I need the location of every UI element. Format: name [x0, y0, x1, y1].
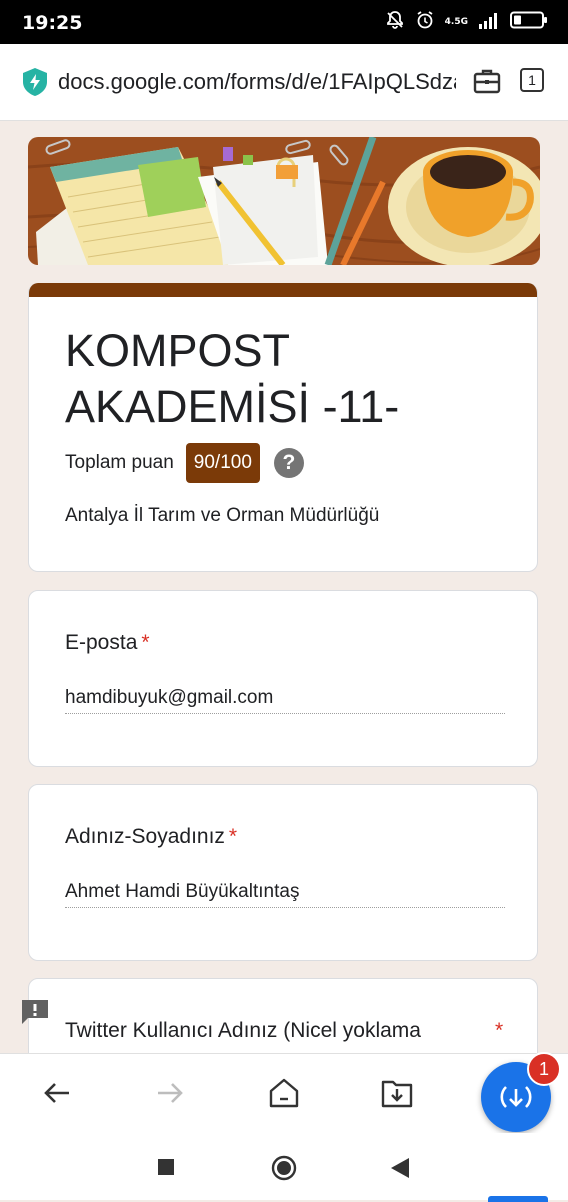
status-bar: 19:25 4.5G — [0, 0, 568, 44]
status-icons: 4.5G — [385, 10, 548, 35]
question-label-text: Twitter Kullanıcı Adınız (Nicel yoklama — [65, 1019, 421, 1042]
form-title-card: KOMPOST AKADEMİSİ -11- Toplam puan 90/10… — [28, 283, 538, 572]
home-icon[interactable] — [267, 1076, 301, 1110]
recents-icon[interactable] — [157, 1158, 175, 1181]
back-triangle-icon[interactable] — [390, 1157, 410, 1184]
home-circle-icon[interactable] — [271, 1155, 297, 1186]
peek-element — [488, 1196, 548, 1202]
required-asterisk: * — [495, 1019, 504, 1042]
tab-switcher-button[interactable]: 1 — [520, 68, 544, 92]
notifications-off-icon — [385, 10, 405, 35]
briefcase-icon[interactable] — [473, 68, 501, 99]
secure-shield-icon[interactable] — [22, 67, 48, 102]
status-time: 19:25 — [22, 12, 83, 34]
question-label-text: E-posta — [65, 631, 138, 654]
url-field[interactable]: docs.google.com/forms/d/e/1FAIpQLSdzae — [58, 69, 456, 95]
question-card-email: E-posta * hamdibuyuk@gmail.com — [28, 590, 538, 767]
email-answer[interactable]: hamdibuyuk@gmail.com — [65, 687, 505, 714]
score-row: Toplam puan 90/100 ? — [65, 443, 304, 483]
name-answer[interactable]: Ahmet Hamdi Büyükaltıntaş — [65, 881, 505, 908]
required-asterisk: * — [141, 631, 150, 654]
back-arrow-icon[interactable] — [40, 1076, 74, 1110]
title-accent-bar — [29, 283, 537, 297]
form-description: Antalya İl Tarım ve Orman Müdürlüğü — [65, 505, 380, 526]
help-icon[interactable]: ? — [273, 448, 304, 478]
required-asterisk: * — [228, 825, 238, 848]
score-label: Toplam puan — [65, 452, 174, 473]
question-label-text: Adınız-Soyadınız — [65, 825, 225, 848]
form-title: KOMPOST AKADEMİSİ -11- — [65, 325, 400, 432]
question-card-name: Adınız-Soyadınız * Ahmet Hamdi Büyükaltın… — [28, 784, 538, 961]
form-header-image — [28, 137, 540, 265]
signal-icon — [478, 11, 500, 34]
network-type-label: 4.5G — [444, 17, 468, 27]
score-badge: 90/100 — [185, 443, 260, 483]
question-label: Adınız-Soyadınız * — [65, 825, 237, 849]
question-label: E-posta * — [65, 631, 150, 655]
system-nav-bar — [0, 1133, 568, 1200]
feedback-icon[interactable] — [20, 998, 50, 1026]
alarm-icon — [415, 10, 435, 35]
browser-toolbar: docs.google.com/forms/d/e/1FAIpQLSdzae 1 — [0, 44, 568, 121]
battery-icon — [510, 11, 548, 34]
downloads-icon[interactable] — [380, 1076, 414, 1110]
notification-badge: 1 — [527, 1052, 561, 1086]
forward-arrow-icon[interactable] — [153, 1076, 187, 1110]
